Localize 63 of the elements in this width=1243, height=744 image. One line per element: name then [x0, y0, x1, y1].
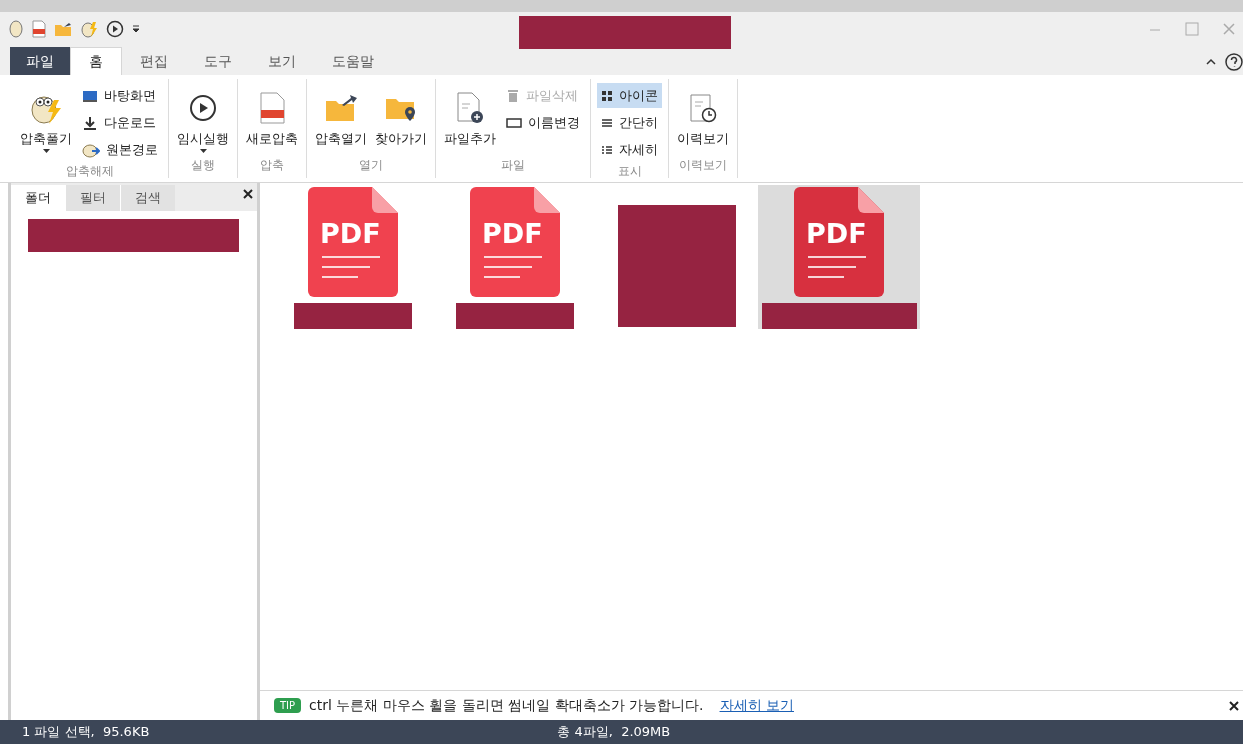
monitor-icon: [82, 88, 98, 103]
panel-tab[interactable]: 필터: [65, 185, 120, 211]
ribbon-small-button[interactable]: 바탕화면: [78, 83, 162, 108]
file-tile[interactable]: PDF: [758, 185, 920, 329]
group-label: 압축: [259, 157, 285, 174]
ribbon-small-button[interactable]: 다운로드: [78, 110, 162, 135]
panel-tab[interactable]: 검색: [120, 185, 175, 211]
list-icon: [601, 143, 613, 156]
dropdown-icon[interactable]: [132, 25, 140, 33]
panel-tab[interactable]: 폴더: [11, 185, 65, 211]
ribbon-small-button[interactable]: 원본경로: [78, 137, 162, 162]
download-icon: [82, 115, 98, 130]
collapse-icon[interactable]: [1205, 57, 1217, 67]
ribbon-small-button[interactable]: 자세히: [597, 137, 662, 162]
group-label: 압축해제: [65, 163, 115, 180]
ribbon-small-button[interactable]: 아이콘: [597, 83, 662, 108]
zip-file-icon: [258, 92, 286, 124]
file-tile[interactable]: PDF: [272, 185, 434, 329]
play-icon: [188, 93, 218, 123]
ribbon-tab[interactable]: 도움말: [314, 47, 392, 75]
pdf-file-icon: PDF: [308, 187, 398, 299]
ribbon-small-button[interactable]: 이름변경: [502, 110, 584, 135]
rename-icon: [506, 116, 522, 129]
ribbon-button[interactable]: 압축풀기: [18, 83, 74, 153]
caret-icon: [199, 148, 207, 153]
file-tile[interactable]: PDF: [434, 185, 596, 329]
ribbon-button[interactable]: 압축열기: [313, 83, 369, 149]
ribbon-tab[interactable]: 보기: [250, 47, 314, 75]
ribbon-button[interactable]: 찾아가기: [373, 83, 429, 149]
ribbon-small-button[interactable]: 간단히: [597, 110, 662, 135]
file-menu-tab[interactable]: 파일: [10, 47, 70, 75]
folder-arrow-icon: [324, 93, 358, 123]
lines-icon: [601, 116, 613, 129]
tip-text: ctrl 누른채 마우스 휠을 돌리면 썸네일 확대축소가 가능합니다.: [309, 696, 704, 715]
grid-icon: [601, 89, 613, 102]
ribbon-tab[interactable]: 편집: [122, 47, 186, 75]
ribbon-button[interactable]: 새로압축: [244, 83, 300, 149]
zip-file-icon[interactable]: [32, 20, 46, 38]
help-icon[interactable]: [1225, 53, 1243, 71]
ribbon-tab[interactable]: 도구: [186, 47, 250, 75]
close-icon[interactable]: [243, 189, 253, 199]
group-label: 열기: [358, 157, 384, 174]
ribbon-tab[interactable]: 홈: [70, 47, 122, 75]
status-summary: 총 4파일, 2.09MB: [557, 723, 671, 742]
ribbon-button[interactable]: 이력보기: [675, 83, 731, 149]
folder-arrow-icon[interactable]: [54, 21, 72, 37]
ribbon-button[interactable]: 임시실행: [175, 83, 231, 153]
group-label: 표시: [616, 163, 643, 180]
details-link[interactable]: 자세히 보기: [719, 695, 794, 716]
pdf-file-icon: PDF: [794, 187, 884, 299]
group-label: 파일: [500, 157, 526, 174]
status-text: 1 파일 선택, 95.6KB: [22, 723, 150, 742]
close-icon[interactable]: [1229, 700, 1239, 711]
ribbon-button[interactable]: 파일추가: [442, 83, 498, 149]
tip-badge: TIP: [274, 698, 302, 713]
group-label: 이력보기: [678, 157, 728, 174]
trash-icon: [506, 88, 520, 103]
group-label: 실행: [190, 157, 216, 174]
caret-icon: [42, 148, 50, 153]
pdf-file-icon: PDF: [470, 187, 560, 299]
play-icon[interactable]: [106, 20, 124, 38]
history-icon: [688, 92, 718, 124]
add-file-icon: [455, 92, 485, 124]
